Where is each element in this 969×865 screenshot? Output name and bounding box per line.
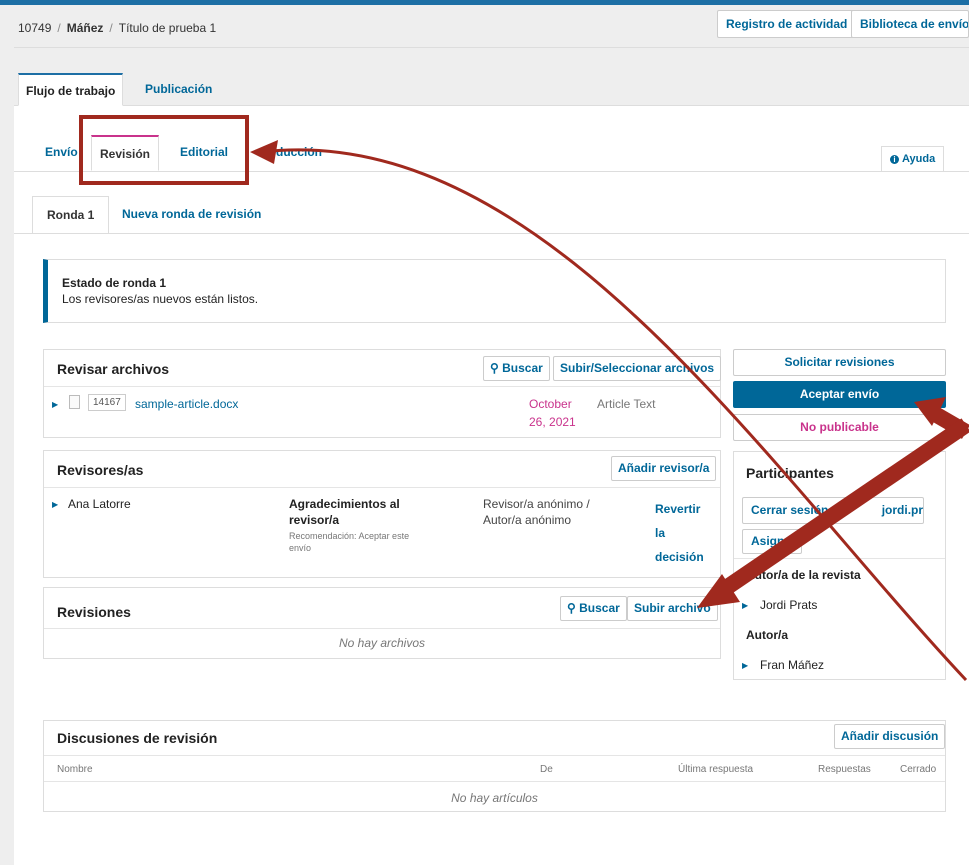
role-author: Autor/a	[746, 628, 788, 642]
row-divider	[44, 487, 720, 488]
reviewers-panel: Revisores/as Añadir revisor/a ▶ Ana Lato…	[43, 450, 721, 578]
column-header: Respuestas	[818, 764, 871, 775]
tab-production[interactable]: ducción	[268, 135, 330, 171]
tab-publication[interactable]: Publicación	[138, 73, 219, 106]
role-rest: utor/a de la revista	[754, 568, 861, 582]
row-divider	[44, 755, 945, 756]
round-tabs-divider	[14, 233, 969, 234]
upload-select-files-button[interactable]: Subir/Seleccionar archivos	[553, 356, 722, 381]
expand-icon[interactable]: ▶	[52, 400, 58, 409]
file-date-line2: 26, 2021	[529, 415, 576, 429]
activity-log-button[interactable]: Registro de actividad	[717, 10, 857, 38]
reviewer-name: Ana Latorre	[68, 497, 131, 511]
participant-name: Jordi Prats	[760, 598, 818, 612]
reviewer-recommendation-line2: envío	[289, 543, 312, 553]
discussions-empty: No hay artículos	[451, 791, 538, 805]
role-prefix: A	[746, 568, 755, 582]
review-method-line2: Autor/a anónimo	[483, 513, 572, 527]
file-name-link[interactable]: sample-article.docx	[135, 397, 238, 411]
logout-username: jordi.prats	[881, 503, 924, 517]
assign-button[interactable]: Asign	[742, 529, 802, 554]
search-label: Buscar	[579, 601, 620, 615]
submission-library-button[interactable]: Biblioteca de envío	[851, 10, 969, 38]
row-divider	[44, 781, 945, 782]
tab-round-1[interactable]: Ronda 1	[32, 196, 110, 234]
row-divider	[734, 558, 945, 559]
info-icon: i	[890, 154, 899, 164]
expand-icon[interactable]: ▶	[742, 601, 748, 610]
role-journal-author: Autor/a de la revista	[746, 568, 861, 582]
review-discussions-panel: Discusiones de revisión Añadir discusión…	[43, 720, 946, 812]
expand-icon[interactable]: ▶	[742, 661, 748, 670]
file-date-line1: October	[529, 397, 572, 411]
revert-decision-line2[interactable]: la	[655, 526, 665, 540]
round-status: Estado de ronda 1 Los revisores/as nuevo…	[43, 259, 946, 323]
main-tab-bar: Flujo de trabajo Publicación	[14, 48, 969, 106]
logout-label: Cerrar sesión	[751, 503, 829, 517]
breadcrumb: 10749/Máñez / Título de prueba 1	[18, 21, 217, 35]
reviewer-status-line2: revisor/a	[289, 513, 340, 527]
participants-title: Participantes	[746, 465, 834, 481]
column-header: Última respuesta	[678, 764, 754, 775]
accept-submission-button[interactable]: Aceptar envío	[733, 381, 946, 408]
file-id-badge: 14167	[88, 394, 126, 411]
revert-decision-line3[interactable]: decisión	[655, 550, 704, 564]
revisions-panel: Revisiones ⚲ Buscar Subir archivo No hay…	[43, 587, 721, 659]
logout-as-button[interactable]: Cerrar sesión jordi.prats	[742, 497, 924, 524]
row-divider	[44, 628, 720, 629]
help-label: Ayuda	[902, 153, 936, 165]
column-header: Nombre	[57, 764, 93, 775]
left-gutter	[0, 5, 14, 865]
file-icon	[69, 395, 80, 409]
reviewers-title: Revisores/as	[57, 462, 144, 478]
participants-panel: Participantes Cerrar sesión jordi.prats …	[733, 451, 946, 680]
revert-decision-line1[interactable]: Revertir	[655, 502, 700, 516]
review-files-title: Revisar archivos	[57, 361, 170, 377]
review-method-line1: Revisor/a anónimo /	[483, 497, 590, 511]
revisions-search-button[interactable]: ⚲ Buscar	[560, 596, 627, 621]
round-status-description: Los revisores/as nuevos están listos.	[62, 292, 259, 306]
breadcrumb-id: 10749	[18, 21, 52, 35]
expand-icon[interactable]: ▶	[52, 500, 58, 509]
column-header: Cerrado	[900, 764, 937, 775]
decline-button[interactable]: No publicable	[733, 414, 946, 441]
add-reviewer-button[interactable]: Añadir revisor/a	[611, 456, 717, 481]
tab-new-round[interactable]: Nueva ronda de revisión	[108, 196, 275, 234]
breadcrumb-title: Título de prueba 1	[118, 21, 217, 35]
column-header: De	[540, 764, 553, 775]
tab-workflow[interactable]: Flujo de trabajo	[18, 73, 124, 106]
review-files-search-button[interactable]: ⚲ Buscar	[483, 356, 550, 381]
request-revisions-button[interactable]: Solicitar revisiones	[733, 349, 946, 376]
discussions-title: Discusiones de revisión	[57, 730, 218, 746]
revisions-title: Revisiones	[57, 604, 131, 620]
revisions-empty: No hay archivos	[338, 636, 426, 650]
add-discussion-button[interactable]: Añadir discusión	[834, 724, 946, 749]
row-divider	[44, 386, 720, 387]
reviewer-recommendation-line1: Recomendación: Aceptar este	[289, 531, 410, 541]
file-type: Article Text	[597, 397, 656, 411]
participant-name: Fran Máñez	[760, 658, 825, 672]
upload-file-button[interactable]: Subir archivo	[627, 596, 718, 621]
search-label: Buscar	[502, 361, 543, 375]
annotation-highlight-box	[79, 115, 249, 185]
reviewer-status-line1: Agradecimientos al	[289, 497, 400, 511]
help-button[interactable]: i Ayuda	[881, 146, 945, 172]
review-files-panel: Revisar archivos ⚲ Buscar Subir/Seleccio…	[43, 349, 722, 438]
round-status-title: Estado de ronda 1	[62, 276, 167, 290]
breadcrumb-author: Máñez	[66, 21, 104, 35]
